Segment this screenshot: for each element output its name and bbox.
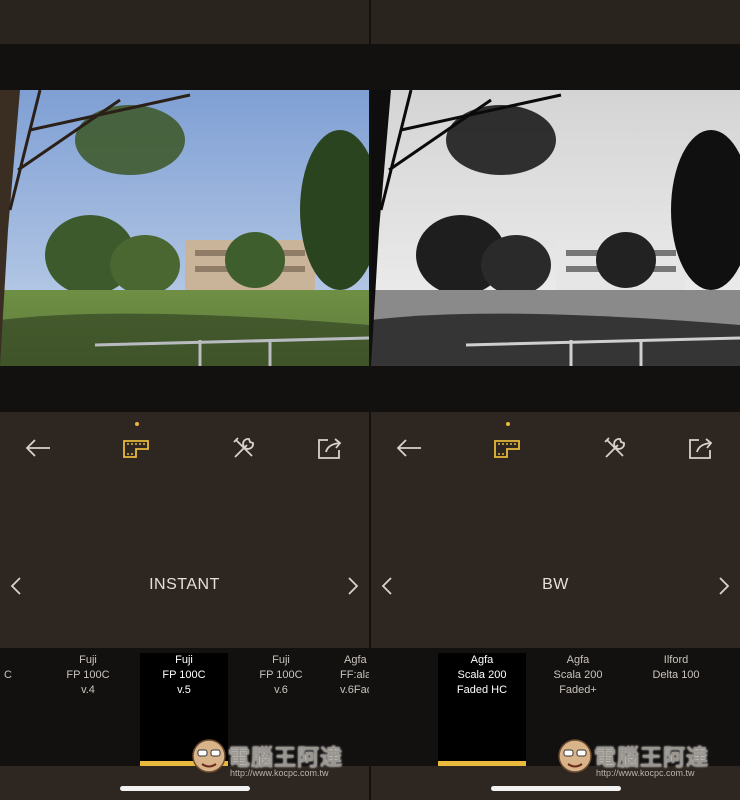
next-category-button[interactable] (343, 574, 363, 598)
arrow-left-icon (25, 439, 50, 457)
watermark-url: http://www.kocpc.com.tw (596, 768, 695, 778)
share-icon (689, 438, 713, 459)
left-editor-pane: INSTANT C Fuji FP 100C v.4 Fuji FP 100C … (0, 0, 369, 800)
home-indicator (491, 786, 621, 791)
film-brand: Fuji (272, 654, 290, 666)
film-brand: Fuji (79, 654, 97, 666)
selected-indicator-bar (438, 761, 526, 766)
mascot-face-icon (192, 739, 226, 773)
photo-letterbox-top (371, 44, 740, 90)
mascot-face-icon (558, 739, 592, 773)
color-photo-preview (0, 90, 369, 366)
active-tool-indicator (506, 422, 510, 426)
film-tool-button[interactable] (116, 428, 156, 468)
chevron-left-icon (381, 577, 392, 595)
film-variant: v.5 (177, 684, 191, 696)
tools-icon (604, 437, 625, 458)
film-brand: Fuji (175, 654, 193, 666)
film-variant: v.6 (274, 684, 288, 696)
category-label: BW (542, 576, 569, 593)
editor-toolbar (371, 412, 740, 482)
adjust-tools-button[interactable] (224, 428, 264, 468)
film-brand: Agfa (470, 654, 494, 666)
share-button[interactable] (310, 428, 350, 468)
film-tool-button[interactable] (487, 428, 527, 468)
film-model: FP 100C (66, 669, 110, 681)
arrow-left-icon (396, 439, 421, 457)
photo-letterbox-bottom (371, 366, 740, 412)
chevron-right-icon (348, 577, 359, 595)
film-frame-icon (494, 440, 520, 458)
film-preset-item[interactable]: Fuji FP 100C v.4 (44, 653, 132, 766)
film-brand: Ilford (663, 654, 689, 666)
photo-letterbox-bottom (0, 366, 369, 412)
previous-category-button[interactable] (377, 574, 397, 598)
category-label: INSTANT (149, 576, 220, 593)
back-button[interactable] (389, 428, 429, 468)
status-bar (0, 0, 369, 44)
watermark-url: http://www.kocpc.com.tw (230, 768, 329, 778)
share-icon (318, 438, 342, 459)
film-variant: Faded HC (456, 684, 508, 696)
photo-letterbox-top (0, 44, 369, 90)
tools-icon (233, 437, 254, 458)
film-model: FP 100C (259, 669, 303, 681)
home-indicator (120, 786, 250, 791)
next-category-button[interactable] (714, 574, 734, 598)
film-model: FP 100C (162, 669, 206, 681)
film-model: Delta 100 (652, 669, 700, 681)
film-variant: Faded+ (559, 684, 597, 696)
film-category-selector: INSTANT (0, 560, 369, 612)
film-category-selector: BW (371, 560, 740, 612)
chevron-right-icon (719, 577, 730, 595)
status-bar (371, 0, 740, 44)
previous-category-button[interactable] (6, 574, 26, 598)
film-model: Scala 200 (457, 669, 507, 681)
film-preset-item-selected[interactable]: Agfa Scala 200 Faded HC (438, 653, 526, 766)
active-tool-indicator (135, 422, 139, 426)
adjust-tools-button[interactable] (595, 428, 635, 468)
film-brand: Agfa (566, 654, 590, 666)
film-variant: v.4 (81, 684, 95, 696)
back-button[interactable] (18, 428, 58, 468)
editor-toolbar (0, 412, 369, 482)
share-button[interactable] (681, 428, 721, 468)
watermark: 電腦王阿達 http://www.kocpc.com.tw (190, 736, 366, 784)
watermark: 電腦王阿達 http://www.kocpc.com.tw (556, 736, 732, 784)
chevron-left-icon (10, 577, 21, 595)
right-editor-pane: BW Agfa Scala 200 Faded HC Agfa Scala 20… (371, 0, 740, 800)
bw-photo-preview (371, 90, 740, 366)
film-preset-item[interactable]: C (0, 653, 12, 766)
film-frame-icon (123, 440, 149, 458)
film-model: Scala 200 (553, 669, 603, 681)
